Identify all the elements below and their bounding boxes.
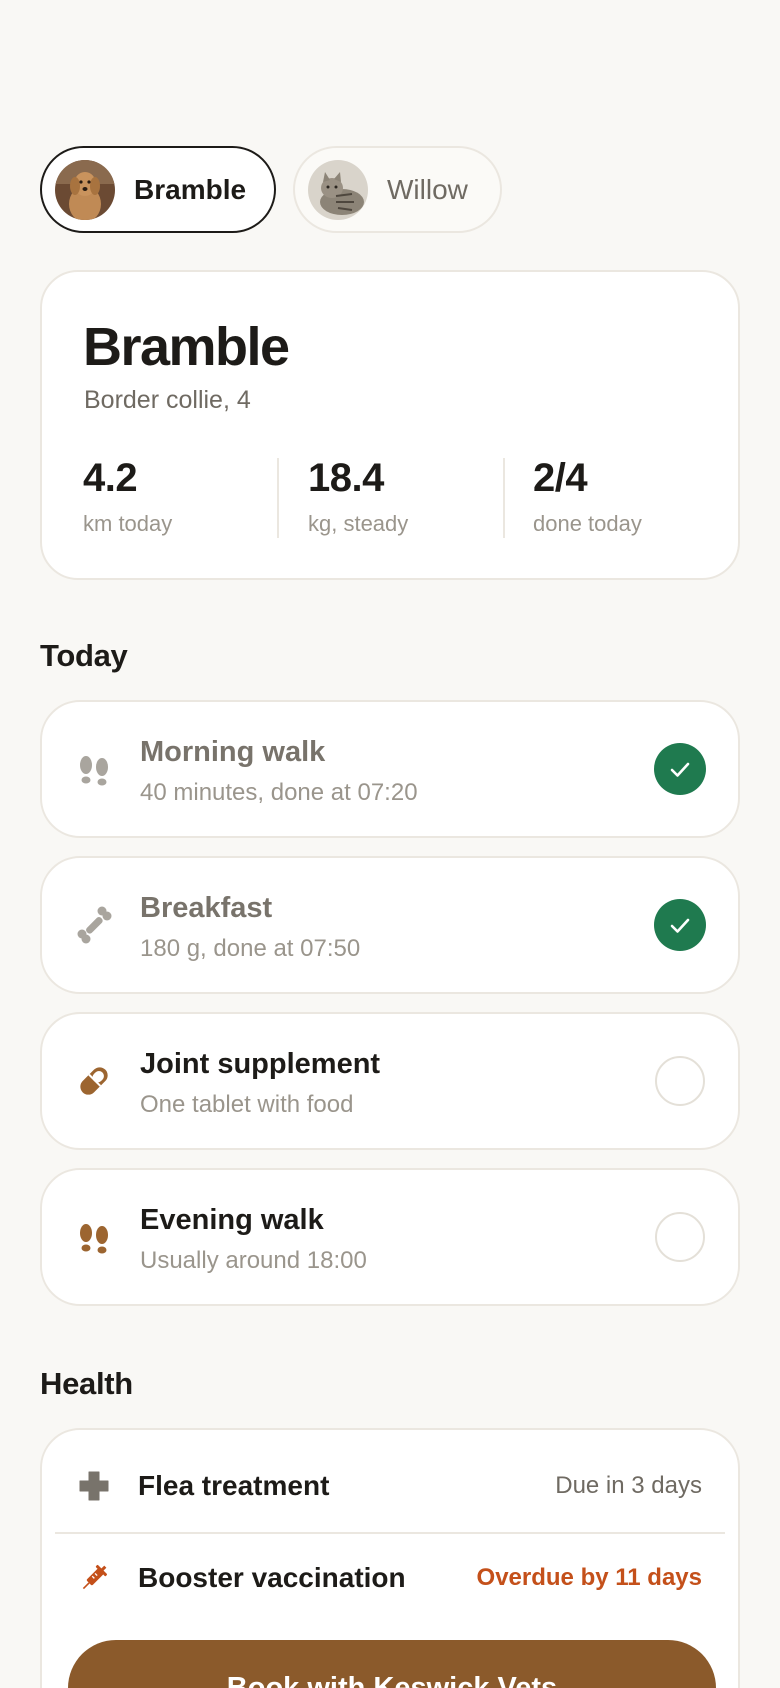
stat-divider <box>503 458 505 538</box>
task-subtitle: 180 g, done at 07:50 <box>140 935 361 962</box>
today-section-title: Today <box>40 638 128 673</box>
pet-tab-label: Willow <box>387 173 468 205</box>
stat-label: kg, steady <box>308 511 409 536</box>
pet-tab-label: Bramble <box>134 173 247 205</box>
health-card: Flea treatment Due in 3 days Booster vac… <box>40 1428 740 1688</box>
checkmark-icon <box>670 762 690 777</box>
task-title: Morning walk <box>140 736 326 768</box>
stat-weight: 18.4 kg, steady <box>308 456 408 538</box>
pet-stats: 4.2 km today 18.4 kg, steady 2/4 done to… <box>42 456 738 538</box>
paw-prints-icon <box>74 749 114 789</box>
pet-avatar-bramble <box>55 159 115 220</box>
task-subtitle: One tablet with food <box>140 1091 354 1118</box>
stat-label: done today <box>533 511 642 536</box>
stat-value: 4.2 <box>83 456 138 500</box>
syringe-icon <box>78 1562 110 1594</box>
book-vet-button[interactable]: Book with Keswick Vets <box>68 1640 716 1688</box>
bone-icon <box>74 905 114 945</box>
health-item-label: Booster vaccination <box>138 1562 406 1593</box>
paw-prints-icon <box>74 1217 114 1257</box>
task-title: Evening walk <box>140 1204 324 1236</box>
pet-switcher: Bramble Willow <box>40 146 502 233</box>
task-title: Joint supplement <box>140 1048 381 1080</box>
pet-care-screen: Bramble Willow Bramble Border collie, 4 <box>0 0 780 1688</box>
task-morning-walk[interactable]: Morning walk 40 minutes, done at 07:20 <box>40 700 740 838</box>
pet-tab-bramble[interactable]: Bramble <box>40 146 276 233</box>
task-joint-supplement[interactable]: Joint supplement One tablet with food <box>40 1012 740 1150</box>
task-complete-checkbox[interactable] <box>655 1212 705 1262</box>
stat-distance: 4.2 km today <box>83 456 172 538</box>
task-complete-checkbox[interactable] <box>655 1056 705 1106</box>
task-complete-checkbox[interactable] <box>654 743 706 795</box>
stat-value: 2/4 <box>533 456 588 500</box>
task-breakfast[interactable]: Breakfast 180 g, done at 07:50 <box>40 856 740 994</box>
health-item-status: Due in 3 days <box>555 1472 702 1499</box>
health-item-booster-vaccination[interactable]: Booster vaccination Overdue by 11 days <box>42 1532 738 1624</box>
task-subtitle: Usually around 18:00 <box>140 1247 367 1274</box>
stat-value: 18.4 <box>308 456 384 500</box>
stat-divider <box>277 458 279 538</box>
pill-icon <box>74 1061 114 1101</box>
task-complete-checkbox[interactable] <box>654 899 706 951</box>
pet-tab-willow[interactable]: Willow <box>293 146 502 233</box>
stat-progress: 2/4 done today <box>533 456 642 538</box>
health-item-label: Flea treatment <box>138 1470 330 1501</box>
pet-breed-age: Border collie, 4 <box>84 386 251 414</box>
task-subtitle: 40 minutes, done at 07:20 <box>140 779 418 806</box>
task-title: Breakfast <box>140 892 273 924</box>
task-evening-walk[interactable]: Evening walk Usually around 18:00 <box>40 1168 740 1306</box>
health-item-status: Overdue by 11 days <box>476 1564 702 1591</box>
checkmark-icon <box>670 918 690 933</box>
stat-label: km today <box>83 511 173 536</box>
plus-cross-icon <box>78 1470 110 1502</box>
health-section-title: Health <box>40 1366 133 1401</box>
pet-avatar-willow <box>308 159 368 220</box>
pet-name-heading: Bramble <box>83 317 290 377</box>
health-item-flea-treatment[interactable]: Flea treatment Due in 3 days <box>42 1440 738 1532</box>
pet-profile-card: Bramble Border collie, 4 4.2 km today 18… <box>40 270 740 580</box>
